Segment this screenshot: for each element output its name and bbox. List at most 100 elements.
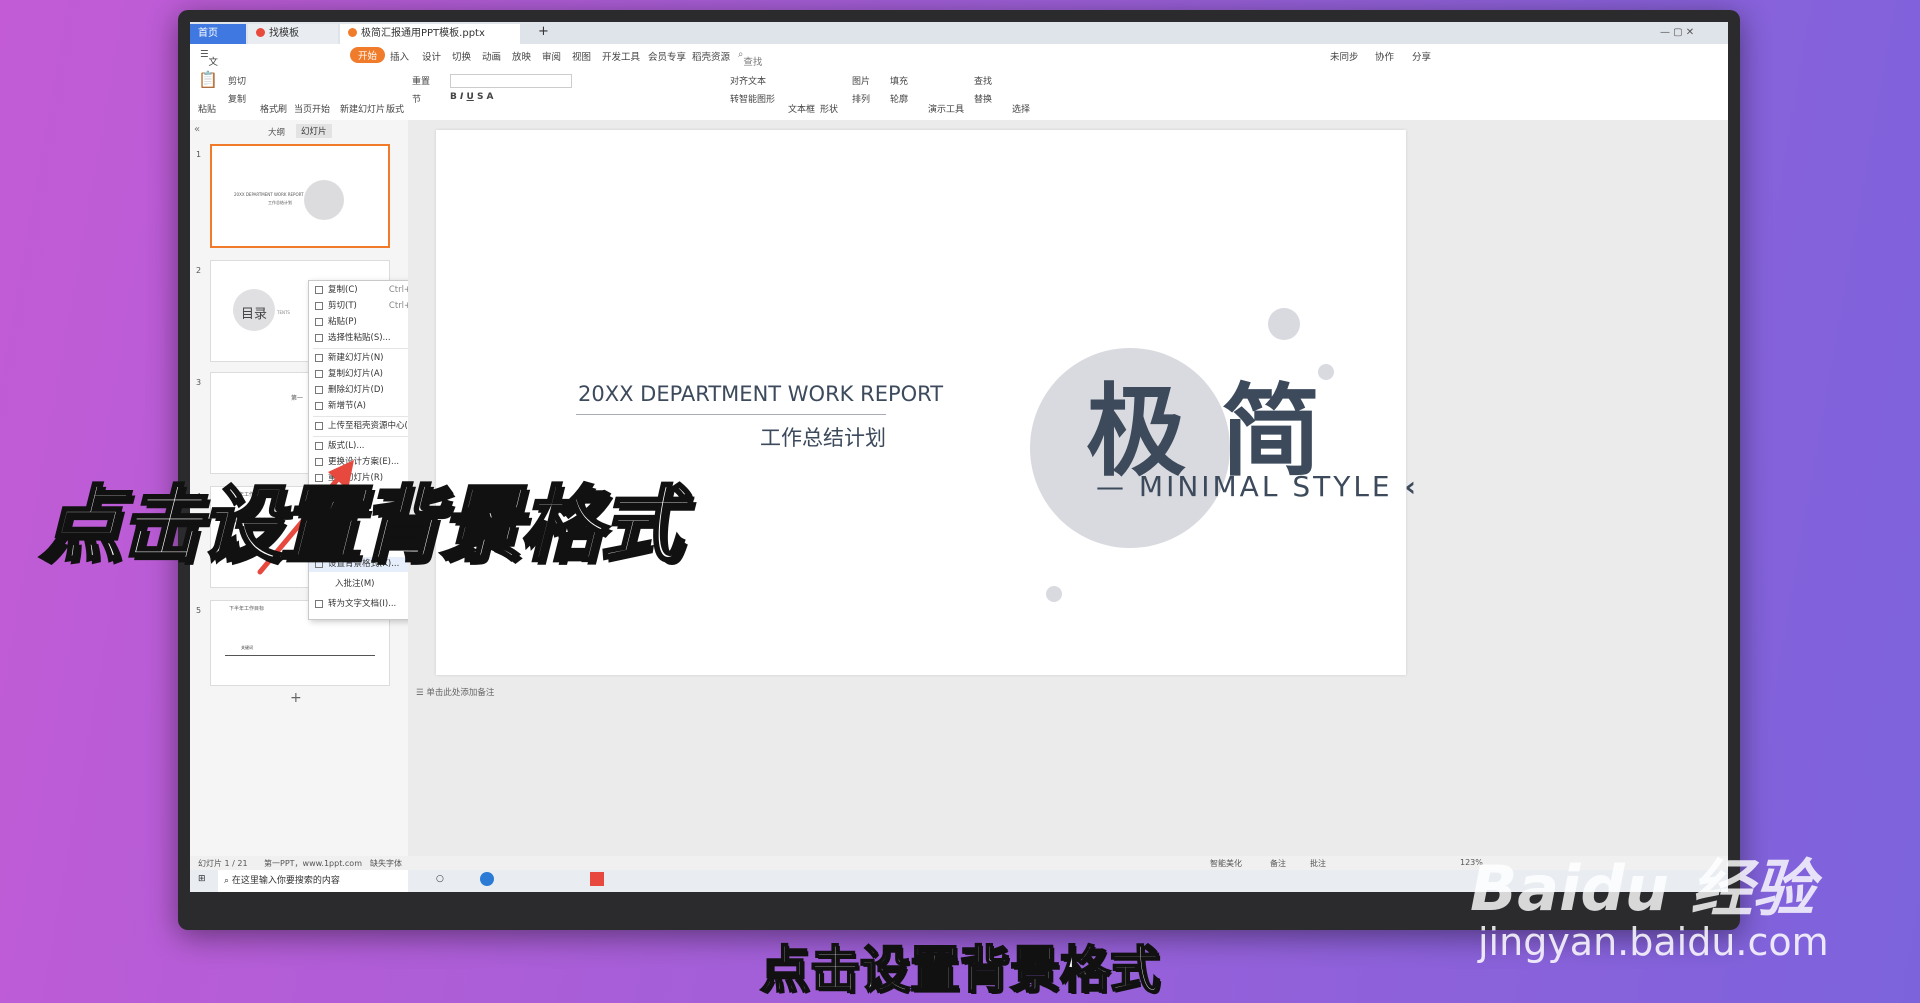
tutorial-subtitle: 点击设置背景格式 [759,940,1161,1000]
copy-icon [315,286,323,294]
slide-english-title: 20XX DEPARTMENT WORK REPORT [578,382,944,406]
thumb-number: 1 [196,150,202,159]
menu-insert[interactable]: 插入 [390,49,409,63]
menu-review[interactable]: 审阅 [542,49,561,63]
copy-button[interactable]: 复制 [228,92,246,105]
tutorial-caption-large: 点击设置背景格式 [39,477,684,575]
section-icon [315,402,323,410]
presenter-tools-button[interactable]: 演示工具 [928,102,964,115]
new-tab-button[interactable]: + [530,22,557,42]
slide-chinese-subtitle: 工作总结计划 [760,426,886,450]
cut-button[interactable]: 剪切 [228,74,246,87]
menu-bar: ☰ 文件 开始 插入 设计 切换 动画 放映 审阅 视图 开发工具 会员专享 稻… [190,44,1728,124]
slide-style-label: — MINIMAL STYLE ‹ [1096,470,1420,503]
theme-name: 第一PPT，www.1ppt.com [264,859,362,868]
paste-button[interactable]: 粘贴 [198,102,216,115]
thumb-timeline [225,655,375,656]
menu-separator [313,348,421,349]
thumb-toc-en: TENTS [277,310,290,315]
title-tab-bar: 首页 找模板 极简汇报通用PPT模板.pptx + — ▢ ✕ [190,22,1728,44]
notes-bar[interactable]: ☰ 单击此处添加备注 [408,686,1728,700]
paste-icon [315,318,323,326]
tab-document[interactable]: 极简汇报通用PPT模板.pptx [340,24,520,44]
small-circle-decoration [1046,586,1062,602]
sync-status[interactable]: 未同步 [1330,49,1359,63]
picture-button[interactable]: 图片 [852,74,870,87]
reset-button[interactable]: 重置 [412,74,430,87]
small-circle-decoration [1268,308,1300,340]
ribbon-toolbar: 📋 粘贴 剪切 复制 格式刷 当页开始 新建幻灯片 版式 重置 节 B I U … [190,66,1728,121]
slide-thumbnail-1[interactable]: 20XX DEPARTMENT WORK REPORT 工作总结计划 [210,144,390,248]
template-icon [256,28,265,37]
wps-taskbar-icon[interactable] [590,872,604,886]
thumb-number: 5 [196,606,202,615]
text-doc-icon [315,600,323,608]
tab-document-label: 极简汇报通用PPT模板.pptx [361,28,485,39]
font-name-select[interactable] [450,74,572,88]
thumb-number: 3 [196,378,202,387]
menu-resources[interactable]: 稻壳资源 [692,49,730,63]
tab-home[interactable]: 首页 [190,24,246,44]
missing-font-button[interactable]: 缺失字体 [370,858,402,869]
new-slide-button[interactable]: 新建幻灯片 [340,102,385,115]
wps-window: 首页 找模板 极简汇报通用PPT模板.pptx + — ▢ ✕ ☰ 文件 开始 … [190,22,1728,892]
current-slide[interactable]: 20XX DEPARTMENT WORK REPORT 工作总结计划 极 简 —… [436,130,1416,675]
menu-design[interactable]: 设计 [422,49,441,63]
menu-switch[interactable]: 切换 [452,49,471,63]
add-slide-button[interactable]: + [290,690,302,706]
align-text-button[interactable]: 对齐文本 [730,74,766,87]
section-button[interactable]: 节 [412,92,421,105]
collab-button[interactable]: 协作 [1375,49,1394,63]
smart-beautify-button[interactable]: 智能美化 [1210,858,1242,869]
collapse-panel-icon[interactable]: « [194,124,200,135]
bold-button[interactable]: B I U S A [450,92,494,102]
windows-start-icon[interactable]: ⊞ [198,874,206,884]
outline-button[interactable]: 轮廓 [890,92,908,105]
share-button[interactable]: 分享 [1412,49,1431,63]
replace-button[interactable]: 替换 [974,92,992,105]
cortana-icon[interactable]: ○ [436,874,444,884]
chevron-left-icon: ‹ [1404,470,1420,503]
thumb-title: 20XX DEPARTMENT WORK REPORT [234,192,304,197]
menu-view[interactable]: 视图 [572,49,591,63]
layout-icon [315,442,323,450]
scissors-icon [315,302,323,310]
smart-graphic-button[interactable]: 转智能图形 [730,92,775,105]
taskbar-search-placeholder: 在这里输入你要搜索的内容 [231,876,340,886]
shape-button[interactable]: 形状 [820,102,838,115]
find-button[interactable]: 查找 [974,74,992,87]
menu-animation[interactable]: 动画 [482,49,501,63]
select-button[interactable]: 选择 [1012,102,1030,115]
slide-counter: 幻灯片 1 / 21 [198,859,248,868]
thumb-toc-title: 目录 [241,307,268,322]
play-from-current-button[interactable]: 当页开始 [294,102,330,115]
thumb-part-title: 第一 [291,395,304,402]
textbox-button[interactable]: 文本框 [788,102,815,115]
thumb-slide5-title: 下半年工作目标 [229,606,265,612]
command-search[interactable]: ⌕ 查找命令、搜索模板 [738,49,762,124]
thumb-circle [304,180,344,220]
menu-file[interactable]: ☰ 文件 [200,49,218,82]
tab-outline[interactable]: 大纲 [268,126,285,138]
ppt-file-icon [348,28,357,37]
remark-button[interactable]: 备注 [1270,858,1286,869]
thumb-timeline-node: 关键词 [241,645,253,650]
delete-slide-icon [315,386,323,394]
style-text: MINIMAL STYLE [1138,470,1393,503]
fill-button[interactable]: 填充 [890,74,908,87]
arrange-button[interactable]: 排列 [852,92,870,105]
tab-slides[interactable]: 幻灯片 [296,124,332,138]
thumb-number: 2 [196,266,202,275]
menu-start[interactable]: 开始 [350,47,386,63]
notes-placeholder: 单击此处添加备注 [426,688,495,698]
tab-templates[interactable]: 找模板 [248,24,338,44]
taskbar-search-input[interactable]: ⌕ 在这里输入你要搜索的内容 [218,870,408,892]
window-controls[interactable]: — ▢ ✕ [1660,27,1716,39]
menu-member[interactable]: 会员专享 [648,49,686,63]
format-brush-button[interactable]: 格式刷 [260,102,287,115]
edge-icon[interactable] [480,872,494,886]
menu-show[interactable]: 放映 [512,49,531,63]
menu-dev-tools[interactable]: 开发工具 [602,49,640,63]
comment-button[interactable]: 批注 [1310,858,1326,869]
layout-button[interactable]: 版式 [386,102,404,115]
